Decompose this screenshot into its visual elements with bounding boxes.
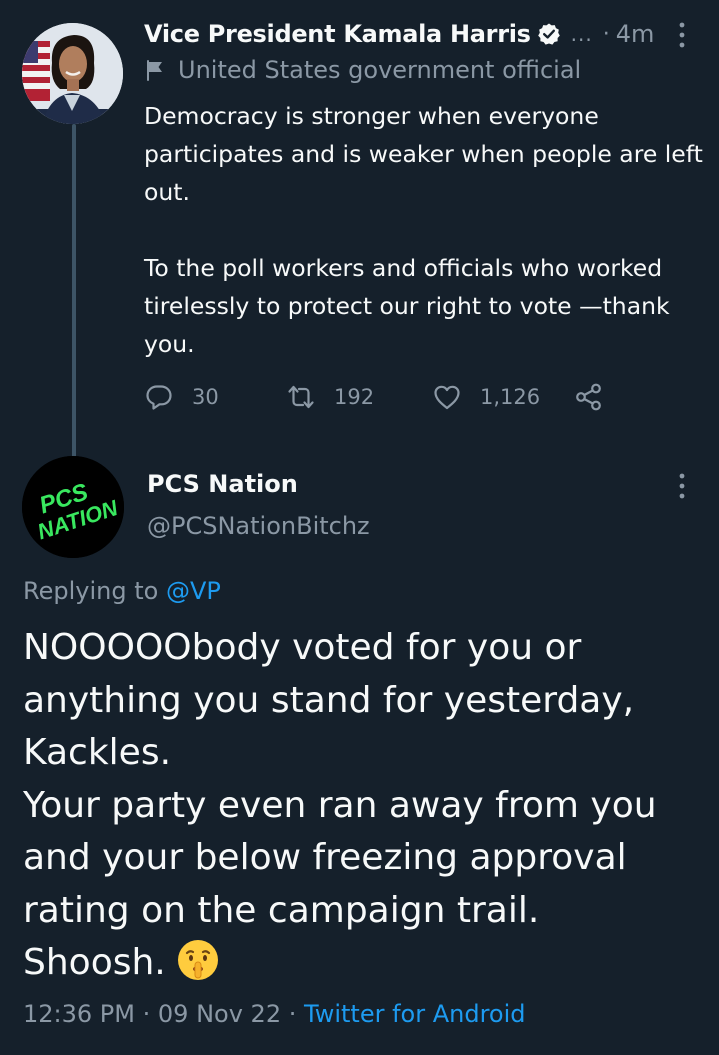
tweet-header: Vice President Kamala Harris ... · 4m [144,16,704,52]
reply-author-handle[interactable]: @PCSNationBitchz [147,512,370,540]
tweet-body: Democracy is stronger when everyone part… [144,97,709,363]
government-label-text: United States government official [178,56,582,84]
tweet-timestamp[interactable]: 4m [616,20,655,48]
reply-line: Shoosh. [23,942,166,983]
vp-avatar[interactable] [22,23,123,124]
author-name[interactable]: Vice President Kamala Harris [144,20,531,48]
reply-last-line: Shoosh. [23,937,703,990]
government-label[interactable]: United States government official [144,56,581,84]
flag-icon [147,60,162,81]
thread-connector-line [72,124,76,464]
share-icon [576,383,601,411]
share-button[interactable] [574,376,604,418]
retweet-count: 192 [334,385,375,409]
pcs-avatar-logo: PCS NATION [22,456,124,558]
tweet-paragraph: To the poll workers and officials who wo… [144,254,670,358]
reply-footer: 12:36 PM · 09 Nov 22 · Twitter for Andro… [23,1000,526,1028]
reply-line: Kackles. [23,732,172,773]
more-options-icon[interactable] [672,21,692,49]
reply-line: anything you stand for yesterday, [23,679,635,721]
reply-line: and your below freezing approval [23,837,627,878]
reply-date[interactable]: 09 Nov 22 [158,1000,281,1028]
retweet-button[interactable]: 192 [286,376,374,418]
reply-button[interactable]: 30 [144,376,219,418]
reply-source-link[interactable]: Twitter for Android [304,1000,525,1028]
more-options-icon[interactable] [672,472,692,500]
replying-to-mention[interactable]: @VP [166,577,221,605]
pcs-avatar[interactable]: PCS NATION [22,456,124,558]
reply-line: rating on the campaign trail. [23,889,540,931]
tweet-paragraph: Democracy is stronger when everyone part… [144,102,703,206]
footer-separator: · [288,1000,297,1028]
reply-count: 30 [192,385,219,409]
verified-badge-icon [537,23,560,45]
footer-separator: · [142,1000,151,1028]
reply-author-name[interactable]: PCS Nation [147,470,298,498]
retweet-icon [288,385,314,409]
header-separator: · [602,21,610,47]
reply-line: NOOOOObody voted for you or [23,627,582,668]
shushing-face-emoji-icon [177,940,218,980]
reply-time[interactable]: 12:36 PM [23,1000,135,1028]
replying-to-prefix: Replying to [23,577,159,605]
vp-avatar-image [22,23,123,124]
heart-icon [434,385,460,410]
name-truncation-ellipsis: ... [570,22,593,46]
reply-body: NOOOOObody voted for you or anything you… [23,622,703,990]
like-count: 1,126 [480,385,541,409]
tweet-actions: 30 192 1,126 [144,376,624,418]
reply-icon [146,385,172,410]
like-button[interactable]: 1,126 [432,376,540,418]
reply-line: Your party even ran away from you [23,784,657,826]
replying-to-line: Replying to @VP [23,577,221,605]
